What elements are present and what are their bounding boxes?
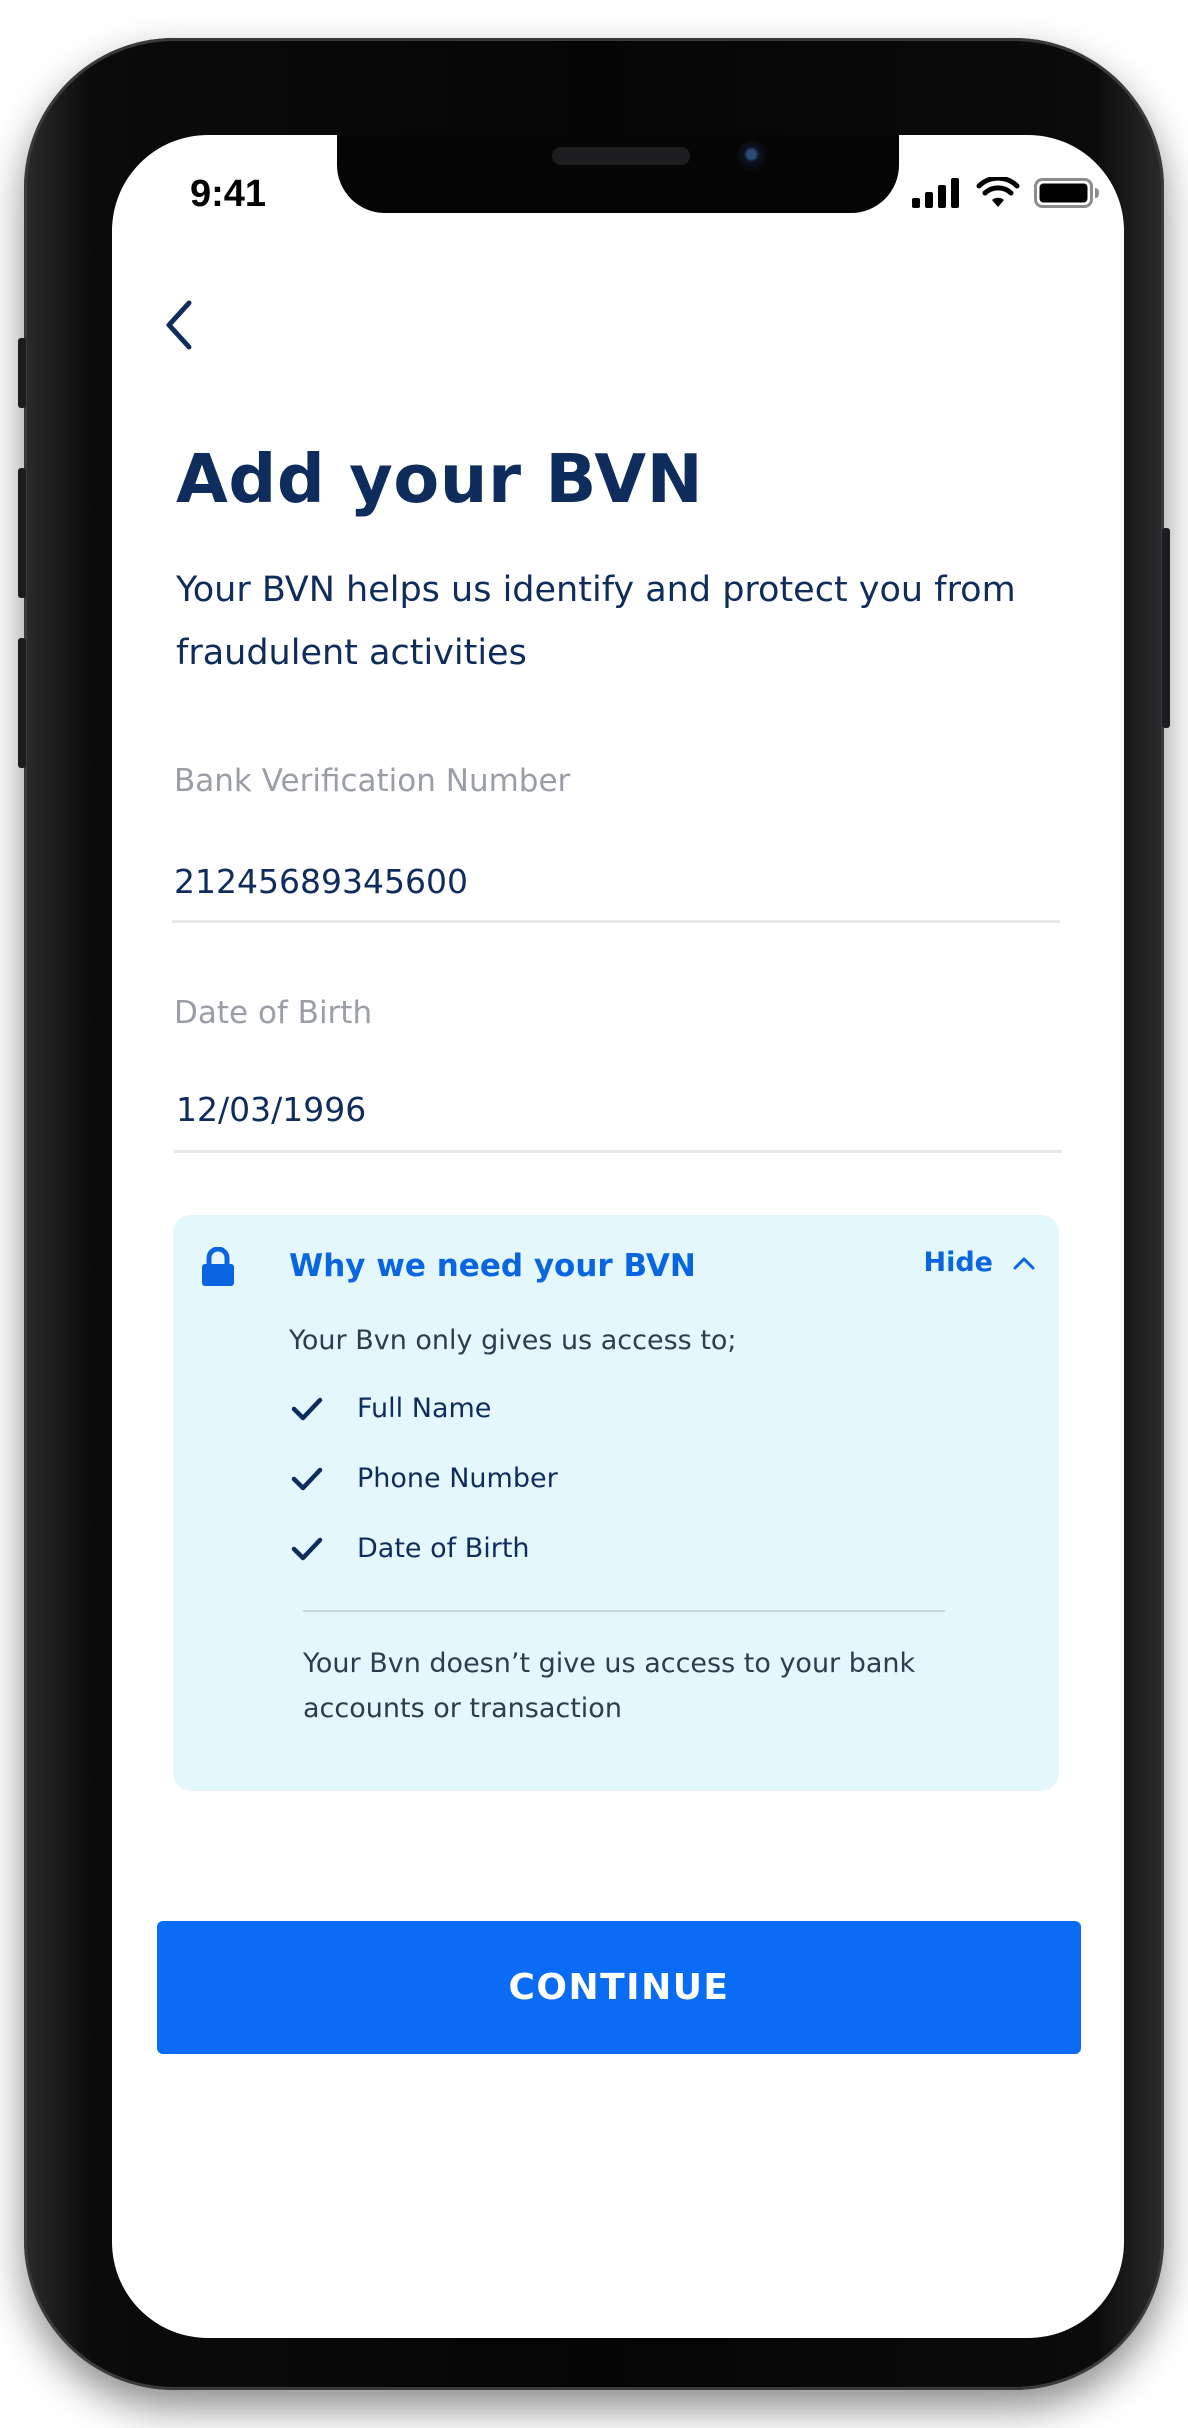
- hide-toggle[interactable]: Hide: [924, 1247, 1036, 1278]
- bvn-label: Bank Verification Number: [174, 763, 571, 799]
- access-item: Date of Birth: [291, 1533, 530, 1564]
- hide-label: Hide: [923, 1247, 994, 1278]
- bvn-underline: [172, 920, 1060, 923]
- info-card-title: Why we need your BVN: [289, 1248, 696, 1284]
- lock-icon: [202, 1247, 234, 1286]
- battery-icon: [1034, 178, 1099, 208]
- dob-underline: [174, 1150, 1062, 1153]
- dob-label: Date of Birth: [174, 995, 373, 1031]
- speaker-grille: [552, 147, 690, 165]
- front-camera: [737, 140, 769, 172]
- info-intro: Your Bvn only gives us access to;: [289, 1325, 737, 1356]
- access-item-label: Phone Number: [357, 1463, 558, 1494]
- bvn-input[interactable]: [174, 857, 1062, 905]
- notch: [337, 135, 899, 213]
- silent-switch: [18, 338, 26, 408]
- access-item: Phone Number: [291, 1463, 558, 1494]
- info-divider: [303, 1610, 945, 1612]
- power-button: [1162, 528, 1170, 728]
- bvn-info-card: Why we need your BVN Hide Your Bvn only …: [173, 1215, 1059, 1791]
- wifi-icon: [976, 177, 1020, 207]
- check-icon: [291, 1397, 323, 1420]
- access-item-label: Full Name: [357, 1393, 492, 1424]
- volume-up-button: [18, 468, 26, 598]
- page-title: Add your BVN: [176, 440, 704, 518]
- info-note: Your Bvn doesn’t give us access to your …: [303, 1648, 916, 1724]
- volume-down-button: [18, 638, 26, 768]
- page-subtitle: Your BVN helps us identify and protect y…: [176, 570, 1016, 673]
- check-icon: [291, 1467, 323, 1490]
- dob-input[interactable]: [176, 1085, 1064, 1133]
- access-item-label: Date of Birth: [357, 1533, 530, 1564]
- app-screen: 9:41 Add your BVN Your BVN helps us iden…: [112, 135, 1124, 2338]
- continue-button[interactable]: CONTINUE: [157, 1921, 1081, 2054]
- status-time: 9:41: [190, 173, 267, 215]
- chevron-up-icon: [1013, 1257, 1035, 1269]
- phone-frame: 9:41 Add your BVN Your BVN helps us iden…: [18, 38, 1170, 2390]
- cellular-signal-icon: [912, 178, 959, 208]
- check-icon: [291, 1537, 323, 1560]
- access-item: Full Name: [291, 1393, 491, 1424]
- back-button[interactable]: [164, 295, 224, 355]
- status-icons: [912, 177, 1100, 209]
- chevron-left-icon: [166, 300, 192, 350]
